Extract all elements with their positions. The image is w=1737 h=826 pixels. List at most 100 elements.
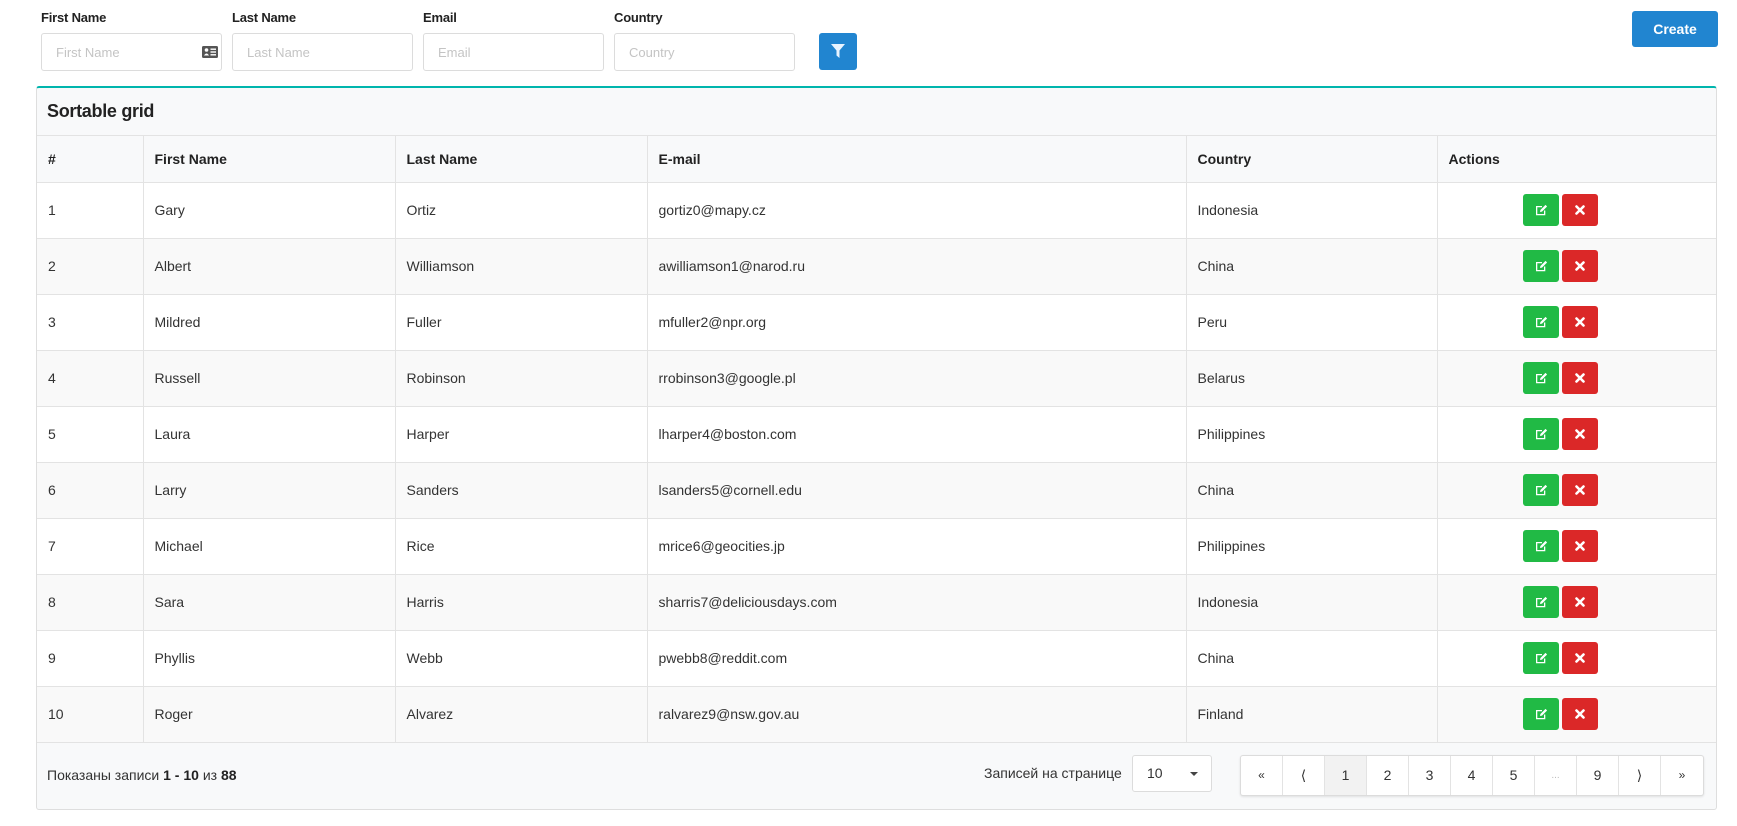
delete-button[interactable]: [1562, 306, 1599, 338]
delete-button[interactable]: [1562, 642, 1599, 674]
cell-last-name: Rice: [395, 518, 648, 575]
edit-button[interactable]: [1523, 194, 1560, 226]
first-name-filter-input[interactable]: [42, 34, 221, 70]
create-button[interactable]: Create: [1632, 11, 1718, 47]
edit-button[interactable]: [1523, 586, 1560, 618]
table-row: 8 Sara Harris sharris7@deliciousdays.com…: [37, 574, 1716, 631]
cell-country: Indonesia: [1186, 574, 1438, 631]
data-table: # First Name Last Name E-mail Country Ac…: [37, 136, 1716, 743]
per-page-value: 10: [1147, 764, 1163, 781]
close-icon: [1575, 541, 1586, 551]
cell-email: sharris7@deliciousdays.com: [647, 574, 1187, 631]
cell-number: 4: [37, 350, 144, 407]
delete-button[interactable]: [1562, 250, 1599, 282]
edit-button[interactable]: [1523, 250, 1560, 282]
delete-button[interactable]: [1562, 586, 1599, 618]
column-header-number[interactable]: #: [37, 136, 144, 183]
delete-button[interactable]: [1562, 530, 1599, 562]
cell-email: mfuller2@npr.org: [647, 294, 1187, 351]
records-total: 88: [220, 766, 237, 783]
cell-first-name: Albert: [143, 238, 396, 295]
delete-button[interactable]: [1562, 362, 1599, 394]
column-header-country[interactable]: Country: [1186, 136, 1438, 183]
edit-button[interactable]: [1523, 362, 1560, 394]
edit-button[interactable]: [1523, 530, 1560, 562]
filter-first-name-group: First Name: [41, 10, 222, 71]
country-filter-input[interactable]: [615, 34, 794, 70]
records-shown-summary: Показаны записи 1 - 10 из 88: [47, 767, 237, 783]
cell-last-name: Alvarez: [395, 686, 648, 743]
close-icon: [1575, 317, 1586, 327]
cell-first-name: Larry: [143, 462, 396, 519]
edit-button[interactable]: [1523, 642, 1560, 674]
cell-last-name: Harper: [395, 406, 648, 463]
column-header-last-name[interactable]: Last Name: [395, 136, 648, 183]
cell-country: China: [1186, 630, 1438, 687]
edit-button[interactable]: [1523, 474, 1560, 506]
cell-email: gortiz0@mapy.cz: [647, 182, 1187, 239]
edit-button[interactable]: [1523, 306, 1560, 338]
column-header-email[interactable]: E-mail: [647, 136, 1187, 183]
pagination-prev[interactable]: ⟨: [1283, 755, 1325, 795]
cell-first-name: Phyllis: [143, 630, 396, 687]
cell-country: Philippines: [1186, 518, 1438, 575]
cell-actions: [1437, 462, 1716, 519]
table-row: 10 Roger Alvarez ralvarez9@nsw.gov.au Fi…: [37, 686, 1716, 743]
column-header-actions: Actions: [1437, 136, 1716, 183]
edit-button[interactable]: [1523, 418, 1560, 450]
table-row: 1 Gary Ortiz gortiz0@mapy.cz Indonesia: [37, 182, 1716, 239]
edit-icon: [1535, 708, 1547, 720]
pagination-page[interactable]: 9: [1577, 755, 1619, 795]
cell-last-name: Robinson: [395, 350, 648, 407]
cell-number: 6: [37, 462, 144, 519]
filter-icon: [831, 44, 845, 58]
delete-button[interactable]: [1562, 698, 1599, 730]
delete-button[interactable]: [1562, 194, 1599, 226]
cell-last-name: Sanders: [395, 462, 648, 519]
edit-icon: [1535, 260, 1547, 272]
column-header-first-name[interactable]: First Name: [143, 136, 396, 183]
pagination-page[interactable]: 5: [1493, 755, 1535, 795]
delete-button[interactable]: [1562, 474, 1599, 506]
close-icon: [1575, 261, 1586, 271]
cell-email: awilliamson1@narod.ru: [647, 238, 1187, 295]
table-row: 4 Russell Robinson rrobinson3@google.pl …: [37, 350, 1716, 407]
last-name-filter-input[interactable]: [233, 34, 412, 70]
table-row: 5 Laura Harper lharper4@boston.com Phili…: [37, 406, 1716, 463]
pagination-first[interactable]: «: [1241, 755, 1283, 795]
edit-button[interactable]: [1523, 698, 1560, 730]
apply-filter-button[interactable]: [819, 33, 857, 70]
per-page-select[interactable]: 10: [1132, 754, 1212, 792]
per-page-label: Записей на странице: [984, 764, 1122, 781]
pagination-page[interactable]: 2: [1367, 755, 1409, 795]
cell-first-name: Mildred: [143, 294, 396, 351]
cell-country: Indonesia: [1186, 182, 1438, 239]
filter-first-name-label: First Name: [41, 10, 107, 25]
close-icon: [1575, 485, 1586, 495]
cell-last-name: Harris: [395, 574, 648, 631]
cell-email: lharper4@boston.com: [647, 406, 1187, 463]
cell-country: Finland: [1186, 686, 1438, 743]
filter-country-label: Country: [614, 10, 663, 25]
pagination-page[interactable]: 3: [1409, 755, 1451, 795]
table-header-row: # First Name Last Name E-mail Country Ac…: [37, 136, 1716, 183]
caret-down-icon: [1190, 771, 1198, 776]
cell-email: ralvarez9@nsw.gov.au: [647, 686, 1187, 743]
filter-country-group: Country: [614, 10, 795, 71]
cell-country: Philippines: [1186, 406, 1438, 463]
records-shown-of: из: [202, 766, 218, 783]
cell-last-name: Williamson: [395, 238, 648, 295]
cell-number: 3: [37, 294, 144, 351]
table-row: 9 Phyllis Webb pwebb8@reddit.com China: [37, 630, 1716, 687]
edit-icon: [1535, 596, 1547, 608]
pagination-next[interactable]: ⟩: [1619, 755, 1661, 795]
edit-icon: [1535, 316, 1547, 328]
email-filter-input[interactable]: [424, 34, 603, 70]
pagination-page[interactable]: 4: [1451, 755, 1493, 795]
cell-number: 9: [37, 630, 144, 687]
pagination-last[interactable]: »: [1661, 756, 1703, 795]
delete-button[interactable]: [1562, 418, 1599, 450]
filter-email-label: Email: [423, 10, 457, 25]
cell-first-name: Sara: [143, 574, 396, 631]
pagination-page[interactable]: 1: [1325, 755, 1367, 795]
